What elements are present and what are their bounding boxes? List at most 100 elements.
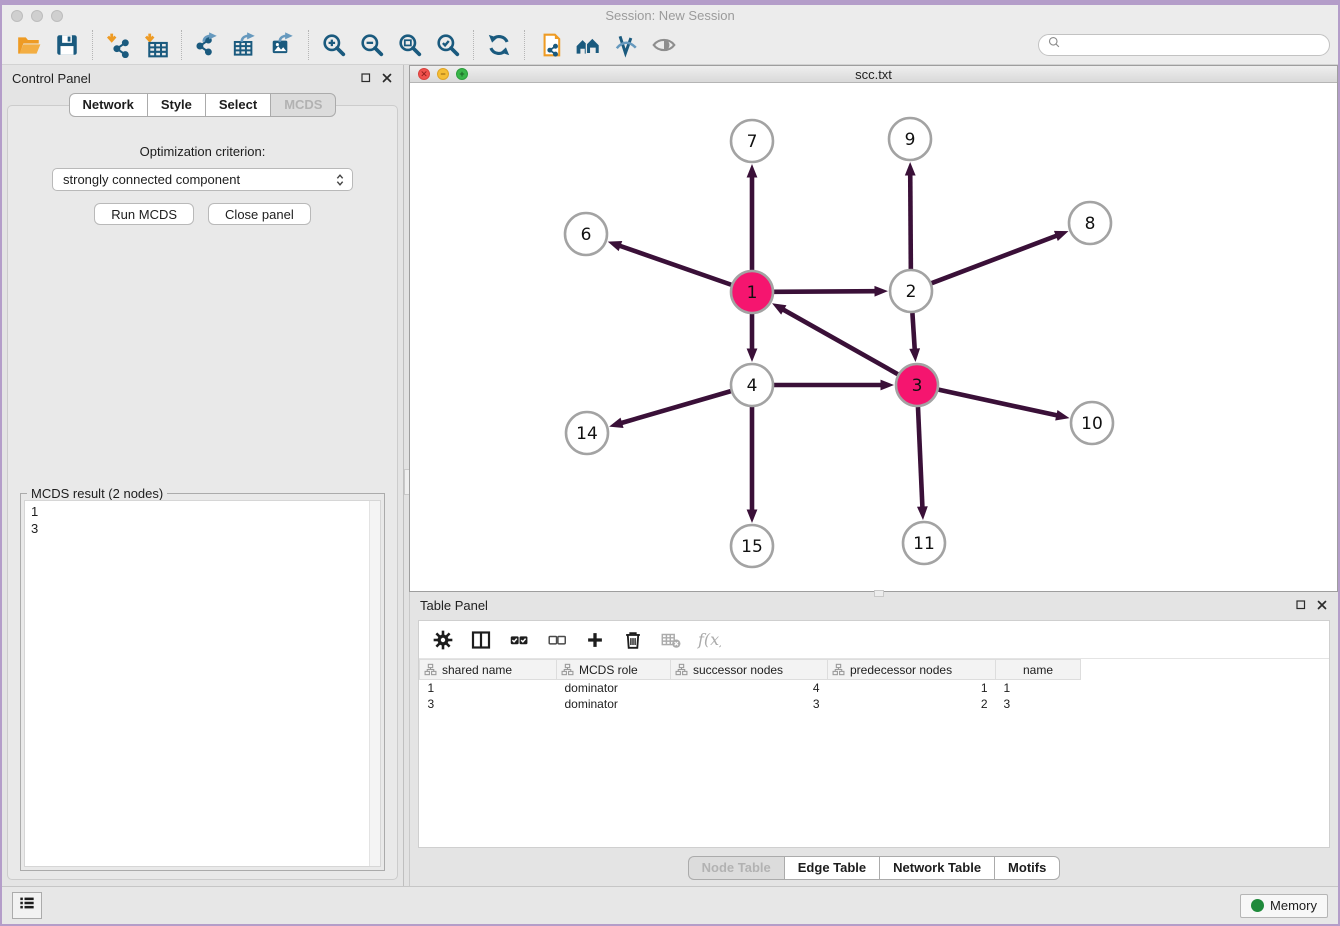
import-network-icon[interactable] bbox=[99, 29, 137, 61]
horizontal-splitter-handle[interactable] bbox=[874, 590, 884, 597]
open-session-icon[interactable] bbox=[10, 29, 48, 61]
tab-network-table[interactable]: Network Table bbox=[879, 856, 994, 880]
overview-icon[interactable] bbox=[569, 29, 607, 61]
optimization-criterion-select[interactable]: strongly connected component bbox=[52, 168, 353, 191]
column-type-icon bbox=[561, 663, 574, 676]
zoom-out-icon[interactable] bbox=[353, 29, 391, 61]
table-cell[interactable]: dominator bbox=[557, 680, 671, 696]
table-cell[interactable]: dominator bbox=[557, 696, 671, 712]
control-panel-tabs: NetworkStyleSelectMCDS bbox=[2, 93, 403, 117]
mcds-result-text[interactable]: 13 bbox=[24, 500, 381, 867]
table-toolbar: f(x) bbox=[419, 621, 1329, 659]
table-cell[interactable]: 1 bbox=[996, 680, 1081, 696]
table-cell[interactable]: 3 bbox=[420, 696, 557, 712]
close-panel-button[interactable]: Close panel bbox=[208, 203, 311, 225]
zoom-selected-icon[interactable] bbox=[429, 29, 467, 61]
table-cell[interactable]: 3 bbox=[671, 696, 828, 712]
graph-edge-arrow bbox=[917, 506, 928, 520]
show-hide-icon[interactable] bbox=[645, 29, 683, 61]
table-cell[interactable]: 3 bbox=[996, 696, 1081, 712]
node-table[interactable]: shared nameMCDS rolesuccessor nodesprede… bbox=[419, 659, 1081, 712]
float-table-panel-icon[interactable] bbox=[1295, 599, 1307, 611]
zoom-fit-icon[interactable] bbox=[391, 29, 429, 61]
save-session-icon[interactable] bbox=[48, 29, 86, 61]
export-table-icon[interactable] bbox=[226, 29, 264, 61]
toolbar-separator bbox=[308, 30, 309, 60]
toolbar-separator bbox=[473, 30, 474, 60]
table-panel-title: Table Panel bbox=[420, 598, 488, 613]
graph-edge-1-6[interactable] bbox=[619, 245, 732, 284]
tab-mcds[interactable]: MCDS bbox=[270, 93, 336, 117]
column-header-MCDS-role[interactable]: MCDS role bbox=[557, 660, 671, 680]
select-all-icon[interactable] bbox=[505, 626, 533, 654]
column-type-icon bbox=[832, 663, 845, 676]
column-header-name[interactable]: name bbox=[996, 660, 1081, 680]
zoom-in-icon[interactable] bbox=[315, 29, 353, 61]
graph-edge-2-3[interactable] bbox=[912, 313, 914, 351]
graph-edge-2-9[interactable] bbox=[910, 173, 911, 269]
float-panel-icon[interactable] bbox=[360, 72, 372, 84]
graph-edge-arrow bbox=[747, 164, 758, 178]
graph-edge-3-10[interactable] bbox=[938, 390, 1058, 416]
export-image-icon[interactable] bbox=[264, 29, 302, 61]
add-column-icon[interactable] bbox=[581, 626, 609, 654]
graph-edge-arrow bbox=[608, 241, 623, 251]
task-history-button[interactable] bbox=[12, 892, 42, 919]
mcds-result-line: 3 bbox=[31, 520, 380, 537]
column-header-shared-name[interactable]: shared name bbox=[420, 660, 557, 680]
graph-node-label: 3 bbox=[912, 376, 923, 396]
graph-edge-3-11[interactable] bbox=[918, 407, 922, 509]
column-header-predecessor-nodes[interactable]: predecessor nodes bbox=[828, 660, 996, 680]
toolbar-separator bbox=[92, 30, 93, 60]
graph-edge-4-14[interactable] bbox=[620, 391, 731, 423]
table-cell[interactable]: 1 bbox=[420, 680, 557, 696]
combo-selected-value: strongly connected component bbox=[63, 172, 240, 187]
memory-button[interactable]: Memory bbox=[1240, 894, 1328, 918]
table-row[interactable]: 3dominator323 bbox=[420, 696, 1081, 712]
graph-edge-2-8[interactable] bbox=[932, 235, 1058, 283]
tab-motifs[interactable]: Motifs bbox=[994, 856, 1060, 880]
export-network-icon[interactable] bbox=[188, 29, 226, 61]
split-view-icon[interactable] bbox=[467, 626, 495, 654]
app-title-bar: Session: New Session bbox=[2, 5, 1338, 26]
memory-status-icon bbox=[1251, 899, 1264, 912]
graph-edge-arrow bbox=[909, 348, 920, 362]
result-scrollbar[interactable] bbox=[369, 501, 380, 866]
tab-style[interactable]: Style bbox=[147, 93, 205, 117]
graph-edge-1-2[interactable] bbox=[774, 291, 877, 292]
table-row[interactable]: 1dominator411 bbox=[420, 680, 1081, 696]
import-table-icon[interactable] bbox=[137, 29, 175, 61]
table-cell[interactable]: 2 bbox=[828, 696, 996, 712]
deselect-all-icon[interactable] bbox=[543, 626, 571, 654]
tab-node-table[interactable]: Node Table bbox=[688, 856, 784, 880]
search-input[interactable] bbox=[1067, 38, 1321, 52]
graph-edge-3-1[interactable] bbox=[782, 309, 898, 374]
search-field[interactable] bbox=[1038, 34, 1330, 56]
table-cell[interactable]: 1 bbox=[828, 680, 996, 696]
gear-icon[interactable] bbox=[429, 626, 457, 654]
function-builder-icon: f(x) bbox=[695, 626, 723, 654]
tab-edge-table[interactable]: Edge Table bbox=[784, 856, 879, 880]
table-tabs: Node TableEdge TableNetwork TableMotifs bbox=[688, 856, 1061, 880]
run-mcds-button[interactable]: Run MCDS bbox=[94, 203, 194, 225]
graph-edge-arrow bbox=[1054, 231, 1069, 241]
graph-node-label: 14 bbox=[576, 424, 598, 444]
mcds-result-title: MCDS result (2 nodes) bbox=[27, 486, 167, 501]
column-header-successor-nodes[interactable]: successor nodes bbox=[671, 660, 828, 680]
network-window-titlebar[interactable]: ✕ − + scc.txt bbox=[410, 66, 1337, 83]
table-cell[interactable]: 4 bbox=[671, 680, 828, 696]
graph-edge-arrow bbox=[747, 510, 758, 524]
close-panel-icon[interactable] bbox=[381, 72, 393, 84]
tab-network[interactable]: Network bbox=[69, 93, 147, 117]
network-graph[interactable]: 7968124314101511 bbox=[410, 83, 1335, 586]
column-type-icon bbox=[675, 663, 688, 676]
delete-column-icon[interactable] bbox=[619, 626, 647, 654]
graph-node-label: 4 bbox=[747, 376, 758, 396]
graph-node-label: 15 bbox=[741, 537, 763, 557]
apply-style-icon[interactable] bbox=[607, 29, 645, 61]
close-table-panel-icon[interactable] bbox=[1316, 599, 1328, 611]
tab-select[interactable]: Select bbox=[205, 93, 270, 117]
refresh-icon[interactable] bbox=[480, 29, 518, 61]
network-canvas[interactable]: 7968124314101511 bbox=[410, 83, 1337, 591]
duplicate-network-icon[interactable] bbox=[531, 29, 569, 61]
